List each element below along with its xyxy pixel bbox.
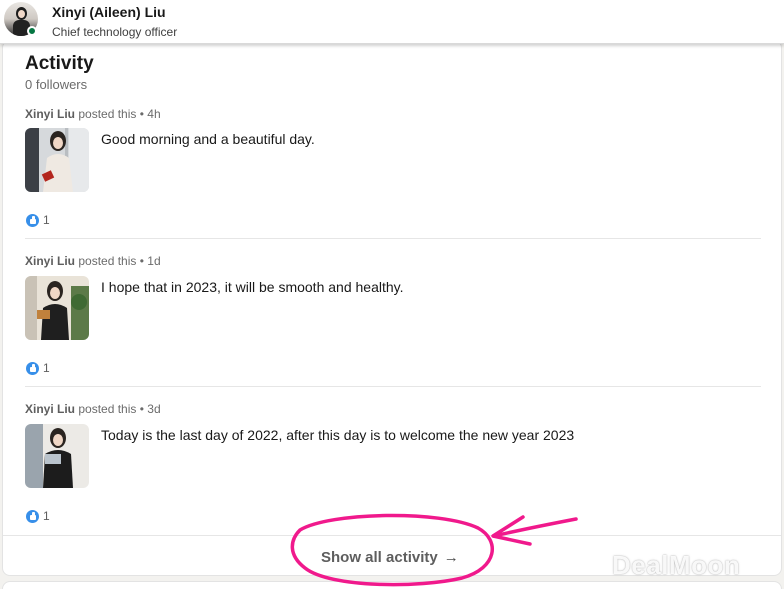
post-author: Xinyi Liu <box>25 402 76 416</box>
activity-title: Activity <box>25 53 94 74</box>
post-meta: Xinyi Liu posted this • 4h <box>25 107 161 121</box>
followers-count[interactable]: 0 followers <box>25 77 87 92</box>
post-meta: Xinyi Liu posted this • 3d <box>25 402 161 416</box>
post-timestamp: posted this • 4h <box>78 107 161 121</box>
watermark: DealMoon <box>612 550 741 580</box>
post-reactions[interactable]: 1 <box>25 360 50 376</box>
next-section-card <box>2 581 782 589</box>
post-image[interactable] <box>25 128 89 192</box>
arrow-right-icon: → <box>443 548 459 566</box>
like-icon <box>25 212 40 228</box>
post-text: I hope that in 2023, it will be smooth a… <box>101 279 404 295</box>
post-timestamp: posted this • 1d <box>78 254 161 268</box>
show-all-activity-button[interactable]: Show all activity → <box>321 546 459 568</box>
post-image[interactable] <box>25 276 89 340</box>
post-author: Xinyi Liu <box>25 107 76 121</box>
profile-headline: Chief technology officer <box>52 25 178 39</box>
post-reactions[interactable]: 1 <box>25 212 50 228</box>
post-meta: Xinyi Liu posted this • 1d <box>25 254 161 268</box>
online-status-icon <box>27 26 37 36</box>
divider <box>25 386 761 387</box>
divider <box>3 535 781 536</box>
post-timestamp: posted this • 3d <box>78 402 161 416</box>
activity-card: Activity 0 followers Xinyi Liu posted th… <box>2 40 782 576</box>
reaction-count: 1 <box>43 361 50 375</box>
divider <box>25 238 761 239</box>
post-reactions[interactable]: 1 <box>25 508 50 524</box>
profile-sticky-header: Xinyi (Aileen) Liu Chief technology offi… <box>0 0 784 44</box>
like-icon <box>25 508 40 524</box>
reaction-count: 1 <box>43 213 50 227</box>
post-image[interactable] <box>25 424 89 488</box>
post-text: Good morning and a beautiful day. <box>101 131 315 147</box>
reaction-count: 1 <box>43 509 50 523</box>
like-icon <box>25 360 40 376</box>
post-text: Today is the last day of 2022, after thi… <box>101 427 575 443</box>
post-author: Xinyi Liu <box>25 254 76 268</box>
profile-name[interactable]: Xinyi (Aileen) Liu <box>52 4 166 20</box>
show-all-label: Show all activity <box>321 548 438 566</box>
